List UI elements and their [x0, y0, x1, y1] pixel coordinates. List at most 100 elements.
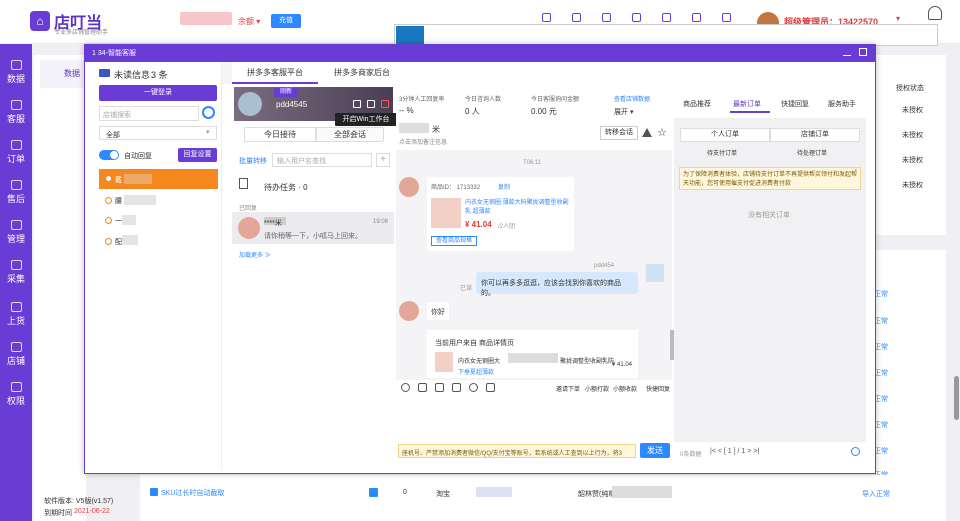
document-icon[interactable]: [367, 100, 375, 108]
tab-pdd-service[interactable]: 拼多多客服平台: [232, 64, 318, 84]
sidebar-item-service[interactable]: 客服: [0, 100, 32, 125]
message-time: T06:11: [523, 160, 542, 166]
invite-order-button[interactable]: 邀请下单: [556, 384, 580, 393]
close-icon[interactable]: ×: [854, 168, 858, 174]
pending-payment-label[interactable]: 待支付订单: [707, 148, 737, 157]
image-icon[interactable]: [418, 383, 427, 392]
video-icon[interactable]: [435, 383, 444, 392]
todo-task-label[interactable]: 待办任务 · 0: [264, 182, 308, 193]
stat-label: 今日咨询人数: [465, 97, 502, 103]
product-image: [435, 352, 453, 372]
sidebar-item-permission[interactable]: 权限: [0, 382, 32, 407]
empty-state: 没有相关订单: [748, 212, 790, 219]
balance-label[interactable]: 余额 ▾: [238, 16, 260, 27]
view-spec-button[interactable]: 查看商品规格: [431, 236, 477, 246]
copy-link[interactable]: 复制: [498, 182, 510, 191]
book-icon[interactable]: [692, 13, 701, 22]
card-icon[interactable]: [662, 13, 671, 22]
recharge-button[interactable]: 充值: [271, 14, 301, 28]
tab-all-conversations[interactable]: 全部会话: [316, 127, 384, 142]
source-product-sub: 下垂夏超薄款: [458, 370, 495, 376]
bell-icon[interactable]: [928, 6, 942, 20]
minimize-icon[interactable]: [843, 48, 851, 56]
calendar-icon[interactable]: [602, 13, 611, 22]
sidebar-item-manage[interactable]: 管理: [0, 220, 32, 245]
history-icon[interactable]: [469, 383, 478, 392]
add-button[interactable]: +: [376, 153, 390, 167]
total-count: 0条数据: [680, 452, 702, 458]
small-payment-button[interactable]: 小额打款: [585, 384, 609, 393]
collect-icon: [10, 260, 22, 270]
monitor-icon[interactable]: [353, 100, 361, 108]
window-titlebar[interactable]: [84, 44, 876, 62]
shop-item-label[interactable]: 配: [115, 237, 122, 247]
import-status: 正常: [874, 448, 888, 455]
shop-item-label[interactable]: 一: [115, 216, 122, 226]
customer-search-input[interactable]: 输入用户名查找: [272, 153, 372, 167]
background-scrollbar[interactable]: [954, 376, 959, 420]
tab-today-reception[interactable]: 今日接待: [244, 127, 316, 142]
sidebar-item-store[interactable]: 店铺: [0, 342, 32, 367]
blurred-shop: [122, 215, 136, 225]
refresh-icon[interactable]: [851, 447, 860, 456]
tab-quick-reply[interactable]: 快捷回复: [781, 99, 809, 109]
message-input[interactable]: [396, 396, 672, 440]
reply-settings-button[interactable]: 回复设置: [178, 148, 217, 162]
batch-transfer-link[interactable]: 批量转移: [239, 156, 267, 166]
sidebar-item-upload[interactable]: 上货: [0, 302, 32, 327]
sidebar-item-aftersale[interactable]: 售后: [0, 180, 32, 205]
conversation-name: ****米: [264, 220, 282, 227]
search-icon[interactable]: [202, 106, 215, 119]
sidebar-item-collect[interactable]: 采集: [0, 260, 32, 285]
tab-product-recommend[interactable]: 商品推荐: [683, 99, 711, 109]
tab-pdd-merchant[interactable]: 拼多多商家后台: [322, 64, 402, 84]
small-collection-button[interactable]: 小额收款: [613, 384, 637, 393]
tab-personal-orders[interactable]: 个人订单: [680, 128, 770, 142]
shop-item-label[interactable]: 腰: [115, 196, 122, 206]
sidebar-item-orders[interactable]: 订单: [0, 140, 32, 165]
chevron-down-icon[interactable]: ▾: [896, 14, 900, 23]
link-icon[interactable]: [452, 383, 461, 392]
one-click-login-button[interactable]: 一键登录: [99, 85, 217, 101]
star-icon[interactable]: ☆: [657, 126, 667, 139]
transfer-conversation-button[interactable]: 转移会话: [600, 126, 638, 140]
tab-latest-orders[interactable]: 最新订单: [733, 99, 761, 109]
row-checkbox[interactable]: [369, 488, 378, 497]
import-status: 正常: [874, 370, 888, 377]
popup-app-icon: [396, 26, 424, 46]
send-button[interactable]: 发送: [640, 443, 670, 458]
sku-truncate-checkbox[interactable]: [150, 488, 158, 496]
expand-button[interactable]: 展开 ▾: [614, 107, 633, 117]
app-logo-icon: ⌂: [30, 11, 50, 31]
pending-process-label[interactable]: 待处理订单: [797, 148, 827, 157]
product-title[interactable]: 内衣女无钢圈 薄款大码聚拢调整型收副乳 超薄款: [465, 199, 569, 217]
shop-filter-select[interactable]: 全部: [99, 126, 217, 140]
gear-icon[interactable]: [722, 13, 731, 22]
risk-notice: 座机号、严禁添加消费者微信/QQ/支付宝等账号，若系统或人工查到以上行为，将3: [398, 444, 636, 458]
maximize-icon[interactable]: [859, 48, 867, 56]
product-icon[interactable]: [486, 383, 495, 392]
share-icon[interactable]: [572, 13, 581, 22]
clipboard-icon[interactable]: [632, 13, 641, 22]
refresh-tag[interactable]: 刚新: [274, 88, 298, 97]
workbench-icon[interactable]: [381, 100, 389, 108]
tab-shop-orders[interactable]: 店铺订单: [770, 128, 860, 142]
unread-count: 3 条: [151, 70, 168, 80]
quick-reply-button[interactable]: 快捷回复: [646, 384, 670, 393]
emoji-icon[interactable]: [401, 383, 410, 392]
pagination[interactable]: |< < [ 1 ] / 1 > >|: [710, 448, 759, 455]
shop-search-input[interactable]: 店铺搜索: [99, 106, 199, 121]
product-group: /2人团: [498, 224, 516, 230]
headset-icon[interactable]: [542, 13, 551, 22]
permission-icon: [10, 382, 22, 392]
shop-data-link[interactable]: 查看店铺数据: [614, 94, 650, 103]
add-note-link[interactable]: 点击添加备注信息: [399, 137, 447, 146]
tab-service-helper[interactable]: 服务助手: [828, 99, 856, 109]
load-more-link[interactable]: 加载更多 ≫: [239, 250, 271, 259]
blurred-text: [612, 486, 672, 498]
sku-truncate-label: SKU过长时自动截取: [161, 490, 225, 497]
warning-icon[interactable]: [642, 128, 652, 137]
sidebar-item-data[interactable]: 数据: [0, 60, 32, 85]
avatar: [238, 92, 262, 116]
blurred-shop: [122, 235, 138, 245]
